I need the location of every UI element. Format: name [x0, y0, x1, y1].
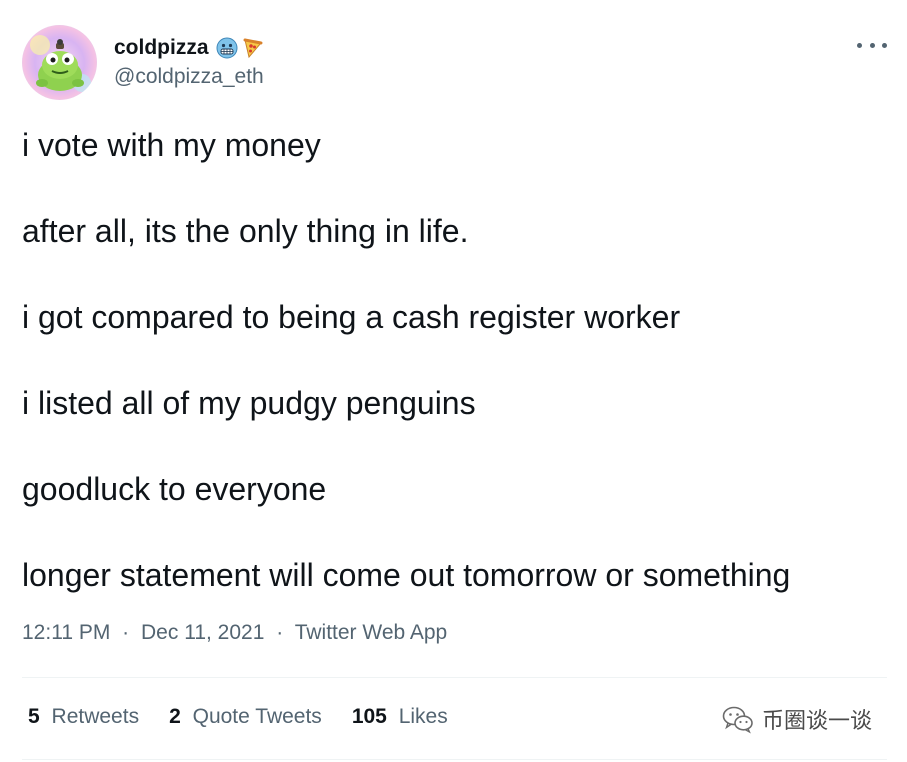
meta-separator: ·	[122, 621, 130, 644]
ellipsis-icon	[857, 42, 862, 48]
tweet-text-line: longer statement will come out tomorrow …	[22, 557, 791, 593]
retweets-count: 5	[28, 705, 40, 728]
tweet-text-line: i got compared to being a cash register …	[22, 299, 681, 335]
ellipsis-icon	[882, 42, 887, 48]
tweet-text-line: goodluck to everyone	[22, 471, 327, 507]
wechat-icon	[722, 706, 753, 734]
likes-count: 105	[351, 705, 387, 728]
tweet-text-line: i listed all of my pudgy penguins	[22, 385, 476, 421]
divider	[22, 677, 887, 678]
display-name[interactable]: coldpizza	[114, 36, 209, 60]
meta-separator: ·	[276, 621, 284, 644]
tweet-metadata: 12:11 PM · Dec 11, 2021 · Twitter Web Ap…	[22, 621, 447, 645]
likes-stat[interactable]: 105 Likes	[352, 705, 448, 729]
quote-tweets-label: Quote Tweets	[192, 705, 322, 728]
retweets-stat[interactable]: 5 Retweets	[28, 705, 139, 729]
tweet-date[interactable]: Dec 11, 2021	[141, 621, 264, 644]
tweet-header: coldpizza @coldpizza_eth	[22, 25, 264, 100]
author-names: coldpizza @coldpizza_eth	[114, 33, 264, 89]
tweet-text-line: i vote with my money	[22, 127, 321, 163]
retweets-label: Retweets	[51, 705, 140, 728]
tweet-text: i vote with my money after all, its the …	[22, 124, 892, 596]
likes-label: Likes	[398, 705, 448, 728]
display-name-row: coldpizza	[114, 33, 264, 63]
tweet-source-link[interactable]: Twitter Web App	[295, 621, 448, 644]
more-options-button[interactable]	[857, 36, 887, 54]
watermark-text: 币圈谈一谈	[762, 709, 873, 734]
watermark: 币圈谈一谈	[722, 703, 872, 735]
quote-tweets-stat[interactable]: 2 Quote Tweets	[169, 705, 322, 729]
grimacing-cold-face-emoji-icon	[216, 37, 238, 59]
avatar[interactable]	[22, 25, 97, 100]
tweet-card: coldpizza @coldpizza_eth i vote with my …	[0, 0, 907, 762]
user-handle[interactable]: @coldpizza_eth	[114, 65, 264, 89]
divider	[22, 759, 887, 760]
tweet-text-line: after all, its the only thing in life.	[22, 213, 469, 249]
quote-tweets-count: 2	[169, 705, 181, 728]
tweet-time[interactable]: 12:11 PM	[22, 621, 110, 644]
tweet-stats: 5 Retweets 2 Quote Tweets 105 Likes	[28, 705, 478, 729]
pizza-emoji-icon	[242, 37, 264, 59]
ellipsis-icon	[869, 42, 875, 48]
